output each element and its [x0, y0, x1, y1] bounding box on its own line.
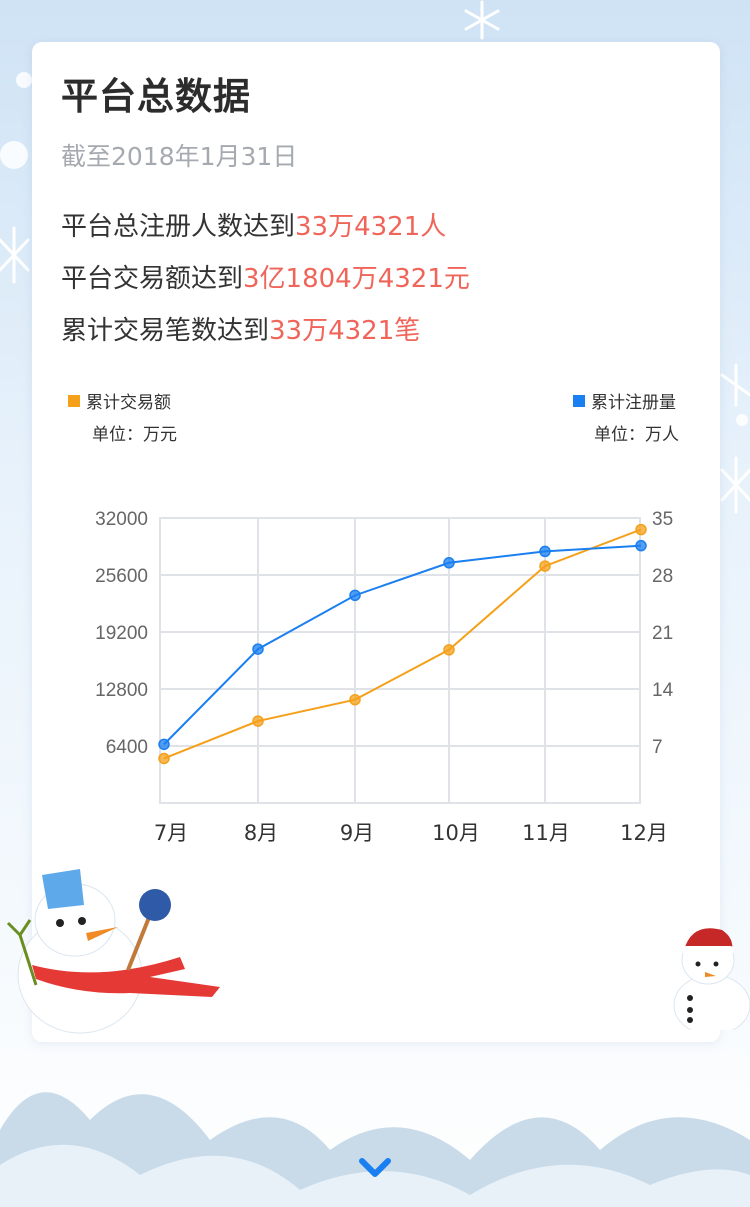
data-point — [539, 545, 551, 558]
data-point — [539, 560, 551, 572]
x-axis-tick-label: 9月 — [340, 821, 374, 845]
x-axis-tick-label: 11月 — [522, 821, 570, 845]
data-point — [635, 539, 647, 552]
data-point — [443, 644, 455, 656]
snowman-left-illustration — [6, 869, 220, 1034]
left-axis-tick-label: 19200 — [95, 623, 148, 644]
right-axis-tick-label: 35 — [652, 509, 673, 530]
right-axis-tick-label: 28 — [652, 566, 673, 587]
series-line — [163, 528, 642, 760]
snowman-right-illustration — [673, 928, 750, 1030]
data-point — [443, 557, 455, 569]
x-axis-tick-label: 7月 — [154, 821, 188, 845]
x-axis-tick-label: 8月 — [244, 821, 278, 845]
data-point — [158, 752, 170, 765]
left-axis-tick-label: 12800 — [95, 680, 148, 701]
right-axis-tick-label: 7 — [652, 737, 663, 758]
data-point — [252, 715, 264, 727]
data-point — [635, 523, 647, 536]
left-axis-tick-label: 25600 — [95, 566, 148, 587]
right-axis-tick-label: 14 — [652, 680, 674, 701]
plot-frame — [159, 517, 641, 804]
data-point — [349, 693, 361, 706]
x-axis-tick-label: 10月 — [432, 821, 480, 845]
x-axis-tick-label: 12月 — [620, 821, 668, 845]
left-axis-tick-label: 32000 — [95, 509, 148, 530]
data-point — [349, 589, 361, 602]
chevron-down-icon[interactable] — [359, 1158, 391, 1180]
data-point — [158, 738, 170, 751]
right-axis-tick-label: 21 — [652, 623, 673, 644]
left-axis-tick-label: 6400 — [106, 737, 148, 758]
data-point — [252, 643, 264, 655]
